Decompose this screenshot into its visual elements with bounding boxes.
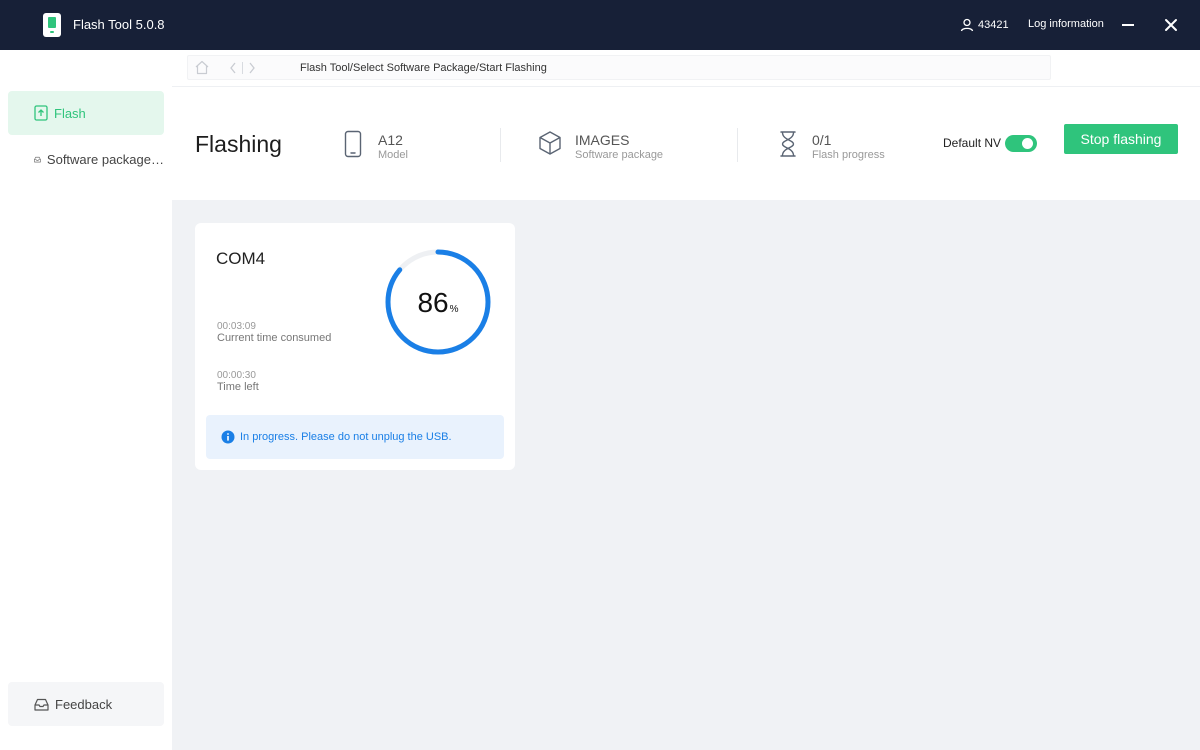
stop-flashing-button[interactable]: Stop flashing bbox=[1064, 124, 1178, 154]
feedback-label: Feedback bbox=[55, 696, 113, 712]
breadcrumb-divider bbox=[242, 61, 243, 74]
page-title: Flashing bbox=[195, 131, 282, 157]
elapsed-time-value: 00:03:09 bbox=[217, 321, 256, 332]
breadcrumb-path: Flash Tool/Select Software Package/Start… bbox=[300, 62, 547, 74]
app-logo-icon bbox=[43, 13, 61, 37]
progress-value: 0/1 bbox=[812, 132, 832, 148]
cube-icon bbox=[539, 131, 561, 155]
inbox-icon bbox=[34, 698, 49, 711]
sidebar-item-software-package[interactable]: Software package… bbox=[8, 137, 164, 181]
port-name: COM4 bbox=[216, 249, 266, 268]
sidebar-item-label: Software package… bbox=[46, 151, 164, 167]
log-information-link[interactable]: Log information bbox=[1028, 18, 1104, 30]
default-nv-toggle[interactable] bbox=[1005, 135, 1037, 152]
breadcrumb-bar: Flash Tool/Select Software Package/Start… bbox=[172, 50, 1200, 87]
notice-text: In progress. Please do not unplug the US… bbox=[240, 431, 452, 443]
feedback-button[interactable]: Feedback bbox=[8, 682, 164, 726]
sidebar-item-label: Flash bbox=[54, 105, 86, 121]
close-icon[interactable] bbox=[1160, 14, 1182, 36]
package-caption: Software package bbox=[575, 149, 664, 161]
hourglass-icon bbox=[780, 131, 796, 157]
user-icon bbox=[960, 18, 974, 32]
main-content: COM4 00:03:09 Current time consumed 00:0… bbox=[172, 200, 1200, 750]
chevron-left-icon[interactable] bbox=[228, 61, 238, 75]
device-card: COM4 00:03:09 Current time consumed 00:0… bbox=[195, 223, 515, 470]
sidebar-item-flash[interactable]: Flash bbox=[8, 91, 164, 135]
model-caption: Model bbox=[378, 149, 408, 161]
remaining-time-value: 00:00:30 bbox=[217, 370, 256, 381]
in-progress-notice: In progress. Please do not unplug the US… bbox=[206, 415, 504, 459]
sidebar: Flash Software package… Feedback bbox=[0, 50, 172, 750]
info-icon bbox=[221, 430, 235, 444]
title-bar: Flash Tool 5.0.8 43421 Log information bbox=[0, 0, 1200, 50]
percent-sign: % bbox=[449, 304, 459, 315]
progress-caption: Flash progress bbox=[812, 149, 885, 161]
flash-upload-icon bbox=[34, 105, 48, 121]
percent-value: 86 bbox=[417, 287, 449, 318]
app-title: Flash Tool 5.0.8 bbox=[73, 17, 165, 32]
inbox-icon bbox=[34, 156, 41, 162]
phone-icon bbox=[344, 130, 362, 158]
model-value: A12 bbox=[378, 132, 403, 148]
divider bbox=[737, 128, 738, 162]
remaining-time-caption: Time left bbox=[217, 381, 259, 393]
progress-percent: 86% bbox=[383, 287, 493, 319]
home-icon[interactable] bbox=[194, 60, 210, 75]
breadcrumb-nav bbox=[194, 60, 257, 75]
default-nv-label: Default NV bbox=[943, 136, 1002, 150]
divider bbox=[500, 128, 501, 162]
elapsed-time-caption: Current time consumed bbox=[217, 332, 332, 344]
chevron-right-icon[interactable] bbox=[247, 61, 257, 75]
user-id: 43421 bbox=[978, 19, 1009, 31]
user-account[interactable]: 43421 bbox=[960, 17, 1009, 33]
flash-header: Flashing A12 Model IMAGES Software packa… bbox=[172, 87, 1200, 200]
package-value: IMAGES bbox=[575, 132, 630, 148]
minimize-icon[interactable] bbox=[1116, 15, 1138, 35]
toggle-knob bbox=[1022, 138, 1033, 149]
